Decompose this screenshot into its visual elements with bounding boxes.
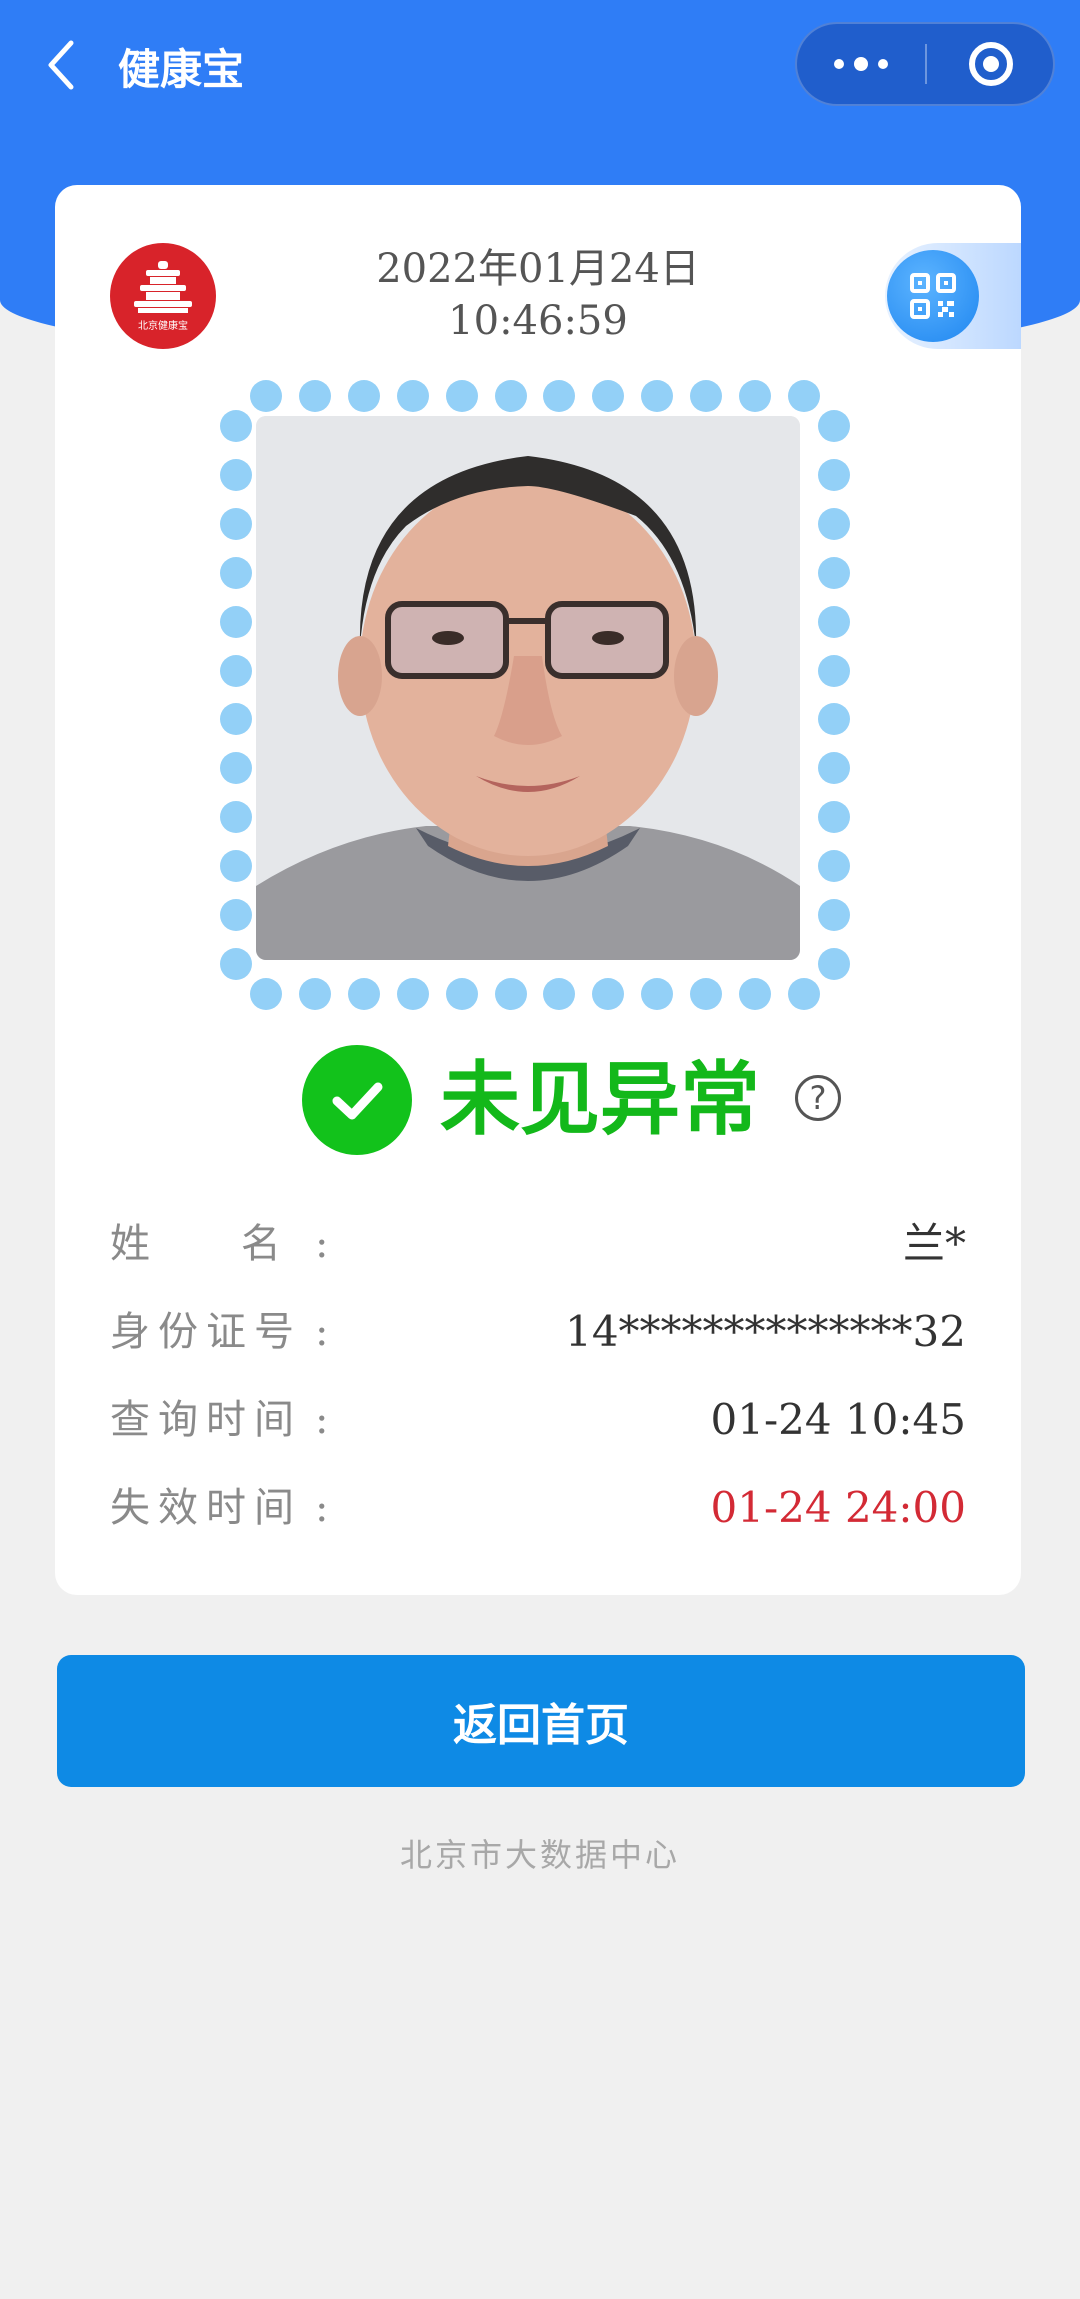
frame-dot <box>494 380 527 412</box>
user-photo <box>256 416 800 960</box>
frame-dot <box>543 380 576 412</box>
qr-code-icon <box>910 273 956 319</box>
check-icon <box>302 1045 412 1155</box>
current-datetime: 2022年01月24日 10:46:59 <box>55 243 1021 347</box>
frame-dot <box>818 556 850 589</box>
frame-dot <box>220 703 252 736</box>
more-dot-center <box>854 57 868 71</box>
photo-frame <box>220 380 850 1010</box>
current-time: 10:46:59 <box>448 298 628 344</box>
info-row-id: 身份证号 : 14**************32 <box>110 1288 966 1376</box>
frame-dot <box>690 978 723 1010</box>
frame-dot <box>788 380 820 412</box>
frame-dot <box>220 899 252 932</box>
query-time-label: 查询时间 <box>110 1397 302 1443</box>
page-title: 健康宝 <box>118 45 245 94</box>
frame-dot <box>818 458 850 491</box>
query-time-value: 01-24 10:45 <box>710 1395 966 1444</box>
health-status: 未见异常 ? <box>55 1045 1021 1155</box>
frame-dot <box>250 978 282 1010</box>
frame-dot <box>220 507 252 540</box>
frame-dot <box>818 605 850 638</box>
footer-text: 北京市大数据中心 <box>399 1836 680 1874</box>
more-button[interactable] <box>797 24 925 104</box>
back-button[interactable] <box>30 34 90 96</box>
info-row-name: 姓 名 : 兰* <box>110 1200 966 1288</box>
id-colon: : <box>315 1309 329 1355</box>
more-dots-icon <box>834 59 844 69</box>
info-row-expiry-time: 失效时间 : 01-24 24:00 <box>110 1464 966 1552</box>
frame-dot <box>220 556 252 589</box>
frame-dot <box>788 978 820 1010</box>
frame-dot <box>818 410 850 442</box>
frame-dot <box>396 978 429 1010</box>
frame-dot <box>818 752 850 785</box>
frame-dot <box>592 380 625 412</box>
frame-dot <box>220 752 252 785</box>
frame-dot <box>641 978 674 1010</box>
close-target-button[interactable] <box>969 42 1013 86</box>
frame-dot <box>396 380 429 412</box>
frame-dot <box>818 703 850 736</box>
name-label: 姓 名 <box>110 1221 289 1267</box>
frame-dot <box>250 380 282 412</box>
status-text: 未见异常 <box>440 1053 760 1146</box>
frame-dot <box>818 801 850 834</box>
info-row-query-time: 查询时间 : 01-24 10:45 <box>110 1376 966 1464</box>
frame-dot <box>739 380 772 412</box>
frame-dot <box>592 978 625 1010</box>
frame-dot <box>298 978 331 1010</box>
back-chevron-icon <box>48 40 74 90</box>
frame-dot <box>347 380 380 412</box>
frame-dot <box>220 654 252 687</box>
capsule-divider <box>925 44 927 84</box>
expiry-time-colon: : <box>315 1485 329 1531</box>
frame-dot <box>690 380 723 412</box>
health-code-card: 北京健康宝 2022年01月24日 10:46:59 未见异常 ? 姓 名: … <box>55 185 1021 1595</box>
frame-dot <box>494 978 527 1010</box>
frame-dot <box>220 458 252 491</box>
frame-dot <box>445 380 478 412</box>
id-value: 14**************32 <box>565 1307 966 1356</box>
help-icon[interactable]: ? <box>795 1075 841 1121</box>
frame-dot <box>818 507 850 540</box>
return-home-button[interactable]: 返回首页 <box>57 1655 1025 1787</box>
frame-dot <box>220 850 252 883</box>
expiry-time-label: 失效时间 <box>110 1485 302 1531</box>
qr-tab[interactable] <box>885 243 1021 349</box>
mini-program-capsule <box>795 22 1055 106</box>
frame-dot <box>220 410 252 442</box>
frame-dot <box>818 899 850 932</box>
name-value: 兰* <box>902 1219 966 1268</box>
frame-dot <box>818 654 850 687</box>
frame-dot <box>641 380 674 412</box>
frame-dot <box>298 380 331 412</box>
portrait-image <box>256 416 800 960</box>
frame-dot <box>220 605 252 638</box>
frame-dot <box>347 978 380 1010</box>
frame-dot <box>220 801 252 834</box>
id-label: 身份证号 <box>110 1309 302 1355</box>
frame-dot <box>818 850 850 883</box>
name-colon: : <box>315 1221 329 1267</box>
frame-dot <box>220 948 252 980</box>
frame-dot <box>739 978 772 1010</box>
qr-code-button[interactable] <box>887 250 979 342</box>
info-list: 姓 名 : 兰* 身份证号 : 14**************32 查询时间 … <box>110 1200 966 1552</box>
query-time-colon: : <box>315 1397 329 1443</box>
frame-dot <box>818 948 850 980</box>
expiry-time-value: 01-24 24:00 <box>710 1483 966 1532</box>
current-date: 2022年01月24日 <box>376 246 700 292</box>
more-dot-right <box>878 59 888 69</box>
top-bar: 健康宝 <box>0 0 1080 130</box>
frame-dot <box>445 978 478 1010</box>
frame-dot <box>543 978 576 1010</box>
